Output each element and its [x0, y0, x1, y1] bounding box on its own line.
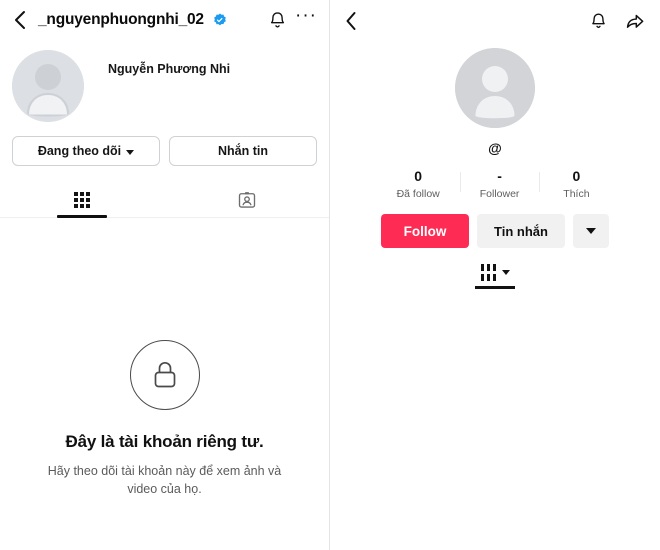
tagged-photos-icon: [238, 192, 255, 208]
private-title: Đây là tài khoản riêng tư.: [65, 432, 264, 451]
private-subtitle: Hãy theo dõi tài khoản này để xem ảnh và…: [47, 464, 282, 497]
profile-handle: @: [488, 140, 502, 156]
message-button[interactable]: Tin nhắn: [477, 214, 565, 248]
stat-likes[interactable]: 0 Thích: [539, 168, 613, 200]
tab-tagged[interactable]: [165, 183, 330, 217]
stat-likes-value: 0: [572, 168, 581, 184]
stat-following-label: Đã follow: [396, 188, 440, 200]
profile-summary: Nguyễn Phương Nhi: [0, 40, 329, 122]
lock-circle: [129, 340, 200, 410]
left-header-bar: _nguyenphuongnhi_02 ···: [0, 0, 329, 40]
following-button-label: Đang theo dõi: [37, 144, 122, 158]
chevron-down-icon: [501, 269, 510, 275]
video-grid-icon: [480, 264, 496, 281]
back-chevron-icon[interactable]: [10, 9, 30, 31]
chevron-down-icon: [586, 228, 596, 234]
profile-tab-bar: [330, 264, 660, 289]
verified-badge-icon: [214, 13, 226, 26]
more-options-icon[interactable]: ···: [295, 6, 317, 30]
back-chevron-icon[interactable]: [342, 10, 360, 32]
lock-icon: [154, 362, 175, 388]
profile-tab-bar: [0, 183, 329, 218]
tab-grid[interactable]: [0, 183, 165, 217]
profile-summary: @ 0 Đã follow - Follower 0 Thích Follow …: [330, 42, 660, 289]
message-button[interactable]: Nhắn tin: [169, 136, 317, 166]
stat-likes-label: Thích: [563, 188, 590, 200]
chevron-down-icon: [126, 149, 135, 155]
following-button[interactable]: Đang theo dõi: [12, 136, 160, 166]
profile-stats: 0 Đã follow - Follower 0 Thích: [377, 168, 614, 200]
stat-following-value: 0: [414, 168, 423, 184]
more-options-button[interactable]: [573, 214, 609, 248]
stat-following[interactable]: 0 Đã follow: [377, 168, 460, 200]
avatar[interactable]: [455, 48, 535, 128]
grid-icon: [74, 192, 91, 208]
private-account-notice: Đây là tài khoản riêng tư. Hãy theo dõi …: [0, 218, 329, 498]
instagram-profile-screen: _nguyenphuongnhi_02 ··· Nguyễn Phương Nh…: [0, 0, 330, 550]
profile-action-row: Follow Tin nhắn: [381, 214, 609, 248]
page-title: _nguyenphuongnhi_02: [38, 11, 204, 28]
tiktok-profile-screen: @ 0 Đã follow - Follower 0 Thích Follow …: [330, 0, 660, 550]
stat-followers[interactable]: - Follower: [459, 168, 540, 200]
default-avatar-icon: [12, 50, 84, 122]
default-avatar-icon: [455, 48, 535, 128]
message-button-label: Nhắn tin: [218, 144, 268, 158]
stat-followers-value: -: [497, 168, 502, 184]
follow-button[interactable]: Follow: [381, 214, 469, 248]
profile-full-name: Nguyễn Phương Nhi: [108, 62, 231, 76]
share-arrow-icon[interactable]: [624, 11, 646, 32]
right-header-bar: [330, 0, 660, 42]
stat-followers-label: Follower: [479, 188, 520, 200]
avatar[interactable]: [12, 50, 84, 122]
bell-icon[interactable]: [589, 11, 608, 32]
tab-videos[interactable]: [480, 264, 510, 289]
bell-icon[interactable]: [268, 10, 287, 31]
dual-screenshot-container: _nguyenphuongnhi_02 ··· Nguyễn Phương Nh…: [0, 0, 660, 550]
profile-action-row: Đang theo dõi Nhắn tin: [0, 122, 329, 166]
